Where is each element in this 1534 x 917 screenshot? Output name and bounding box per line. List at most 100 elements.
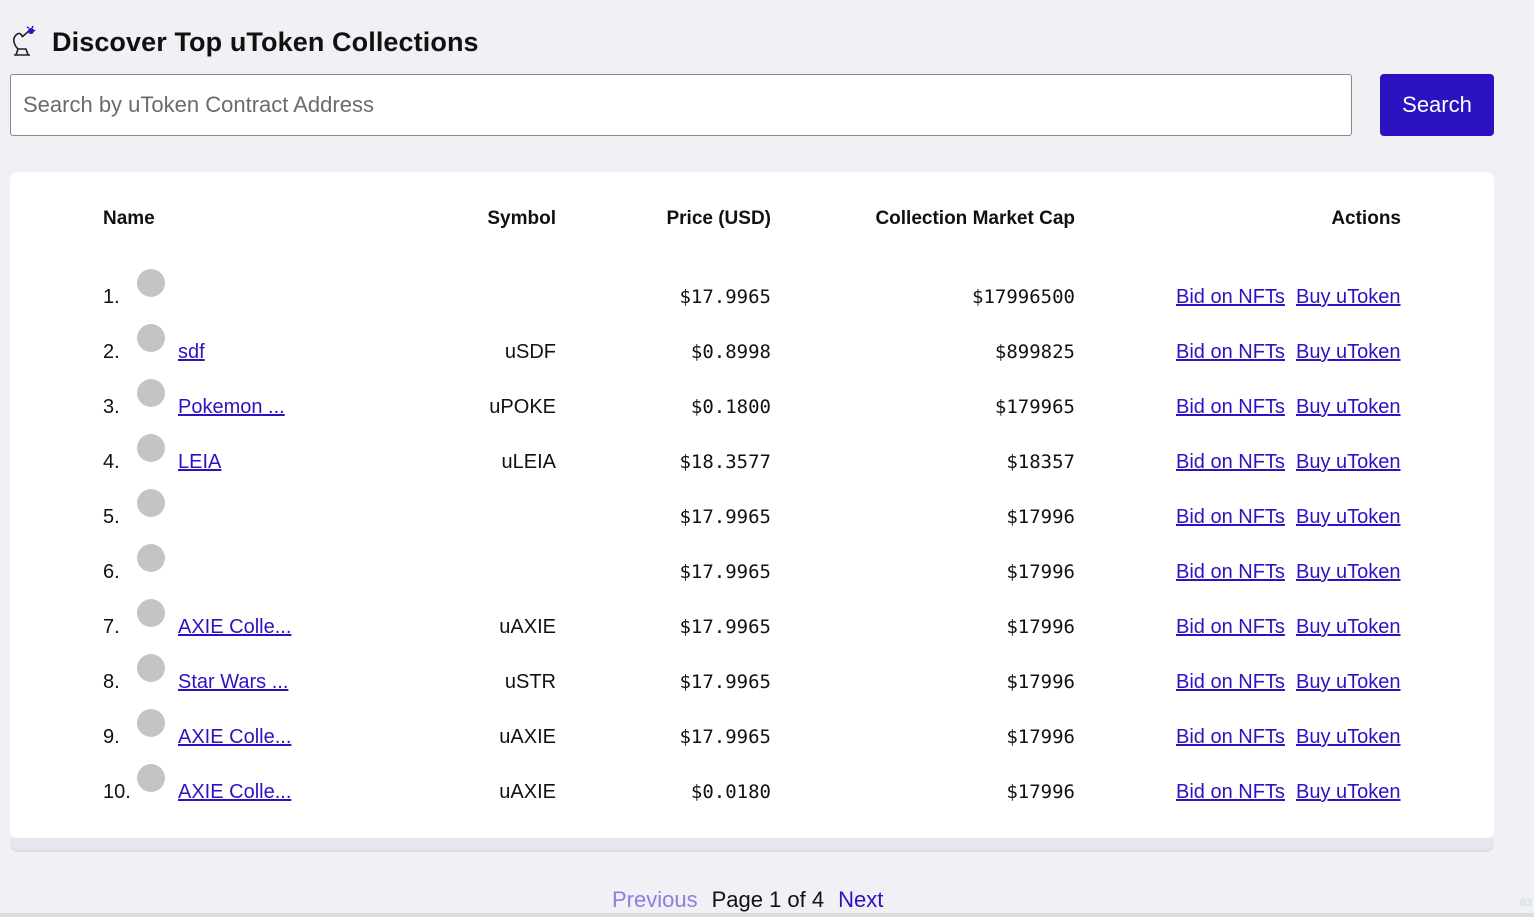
table-row: 5. $17.9965 $17996 Bid on NFTs Buy uToken [0,489,1534,544]
bid-on-nfts-link[interactable]: Bid on NFTs [1176,451,1285,474]
bid-on-nfts-link[interactable]: Bid on NFTs [1176,671,1285,694]
collection-symbol: uAXIE [499,726,556,748]
collection-market-cap: $18357 [1006,451,1075,473]
collection-market-cap: $17996 [1006,506,1075,528]
buy-utoken-link[interactable]: Buy uToken [1296,726,1401,749]
collection-avatar [137,324,165,352]
buy-utoken-link[interactable]: Buy uToken [1296,561,1401,584]
bottom-edge [0,913,1534,917]
row-rank: 7. [103,616,120,638]
table-row: 6. $17.9965 $17996 Bid on NFTs Buy uToken [0,544,1534,599]
buy-utoken-link[interactable]: Buy uToken [1296,451,1401,474]
collection-symbol: uAXIE [499,616,556,638]
collection-market-cap: $17996 [1006,616,1075,638]
table-row: 7. AXIE Colle... uAXIE $17.9965 $17996 Bid on… [0,599,1534,654]
collection-avatar [137,654,165,682]
collection-market-cap: $17996500 [972,286,1075,308]
next-page-button[interactable]: Next [838,886,883,914]
bid-on-nfts-link[interactable]: Bid on NFTs [1176,561,1285,584]
collection-symbol: uSDF [504,341,556,363]
collection-name-link[interactable]: AXIE Colle... [178,781,291,804]
collection-market-cap: $17996 [1006,726,1075,748]
bid-on-nfts-link[interactable]: Bid on NFTs [1176,506,1285,529]
bid-on-nfts-link[interactable]: Bid on NFTs [1176,616,1285,639]
table-row: 3. Pokemon ... uPOKE $0.1800 $179965 Bid on N… [0,379,1534,434]
row-rank: 2. [103,341,120,363]
collection-avatar [137,434,165,462]
column-header-symbol: Symbol [487,208,556,229]
collection-price: $17.9965 [679,726,771,748]
collection-avatar [137,379,165,407]
collection-name-link[interactable]: sdf [178,341,205,364]
collection-price: $17.9965 [679,671,771,693]
collection-market-cap: $179965 [994,396,1075,418]
buy-utoken-link[interactable]: Buy uToken [1296,616,1401,639]
column-header-actions: Actions [1331,208,1401,229]
collection-market-cap: $17996 [1006,561,1075,583]
collection-market-cap: $17996 [1006,671,1075,693]
collection-avatar [137,544,165,572]
table-row: 10. AXIE Colle... uAXIE $0.0180 $17996 Bid on… [0,764,1534,819]
collection-price: $18.3577 [679,451,771,473]
column-header-name: Name [103,208,155,229]
collection-avatar [137,599,165,627]
collection-name-link[interactable]: AXIE Colle... [178,726,291,749]
buy-utoken-link[interactable]: Buy uToken [1296,671,1401,694]
table-row: 4. LEIA uLEIA $18.3577 $18357 Bid on NFTs Buy … [0,434,1534,489]
collection-price: $17.9965 [679,616,771,638]
search-button[interactable]: Search [1380,74,1494,136]
collection-avatar [137,489,165,517]
buy-utoken-link[interactable]: Buy uToken [1296,341,1401,364]
collection-symbol: uPOKE [489,396,556,418]
buy-utoken-link[interactable]: Buy uToken [1296,286,1401,309]
column-header-market-cap: Collection Market Cap [875,208,1075,229]
bid-on-nfts-link[interactable]: Bid on NFTs [1176,781,1285,804]
collection-symbol: uLEIA [501,451,556,473]
collection-market-cap: $899825 [994,341,1075,363]
page-indicator: Page 1 of 4 [711,887,825,912]
buy-utoken-link[interactable]: Buy uToken [1296,396,1401,419]
page-title: Discover Top uToken Collections [52,26,479,57]
row-rank: 1. [103,286,120,308]
buy-utoken-link[interactable]: Buy uToken [1296,506,1401,529]
row-rank: 3. [103,396,120,418]
collection-name-link[interactable]: Star Wars ... [178,671,288,694]
collection-name-link[interactable]: Pokemon ... [178,396,285,419]
buy-utoken-link[interactable]: Buy uToken [1296,781,1401,804]
table-row: 2. sdf uSDF $0.8998 $899825 Bid on NFTs Buy uT… [0,324,1534,379]
collection-price: $17.9965 [679,506,771,528]
collection-price: $0.1800 [690,396,771,418]
table-row: 1. $17.9965 $17996500 Bid on NFTs Buy uToken [0,269,1534,324]
row-rank: 10. [103,781,131,803]
page: Discover Top uToken Collections Search N… [0,0,1534,917]
bid-on-nfts-link[interactable]: Bid on NFTs [1176,286,1285,309]
genie-lamp-icon [10,25,38,59]
row-rank: 8. [103,671,120,693]
row-rank: 5. [103,506,120,528]
search-input[interactable] [10,74,1352,136]
collection-price: $17.9965 [679,286,771,308]
corner-text: 83 [1519,897,1532,909]
row-rank: 4. [103,451,120,473]
pagination: Previous Page 1 of 4 Next [612,886,883,914]
column-header-price: Price (USD) [666,208,771,229]
row-rank: 9. [103,726,120,748]
collection-name-link[interactable]: AXIE Colle... [178,616,291,639]
collection-market-cap: $17996 [1006,781,1075,803]
bid-on-nfts-link[interactable]: Bid on NFTs [1176,396,1285,419]
row-rank: 6. [103,561,120,583]
collection-avatar [137,764,165,792]
page-header: Discover Top uToken Collections [10,24,479,60]
collection-symbol: uSTR [504,671,556,693]
collection-avatar [137,269,165,297]
bid-on-nfts-link[interactable]: Bid on NFTs [1176,726,1285,749]
card-bottom-edge [10,838,1494,852]
table-row: 9. AXIE Colle... uAXIE $17.9965 $17996 Bid on… [0,709,1534,764]
collection-name-link[interactable]: LEIA [178,451,221,474]
previous-page-button[interactable]: Previous [612,886,698,914]
collection-symbol: uAXIE [499,781,556,803]
collection-price: $17.9965 [679,561,771,583]
collection-price: $0.8998 [690,341,771,363]
bid-on-nfts-link[interactable]: Bid on NFTs [1176,341,1285,364]
collection-avatar [137,709,165,737]
